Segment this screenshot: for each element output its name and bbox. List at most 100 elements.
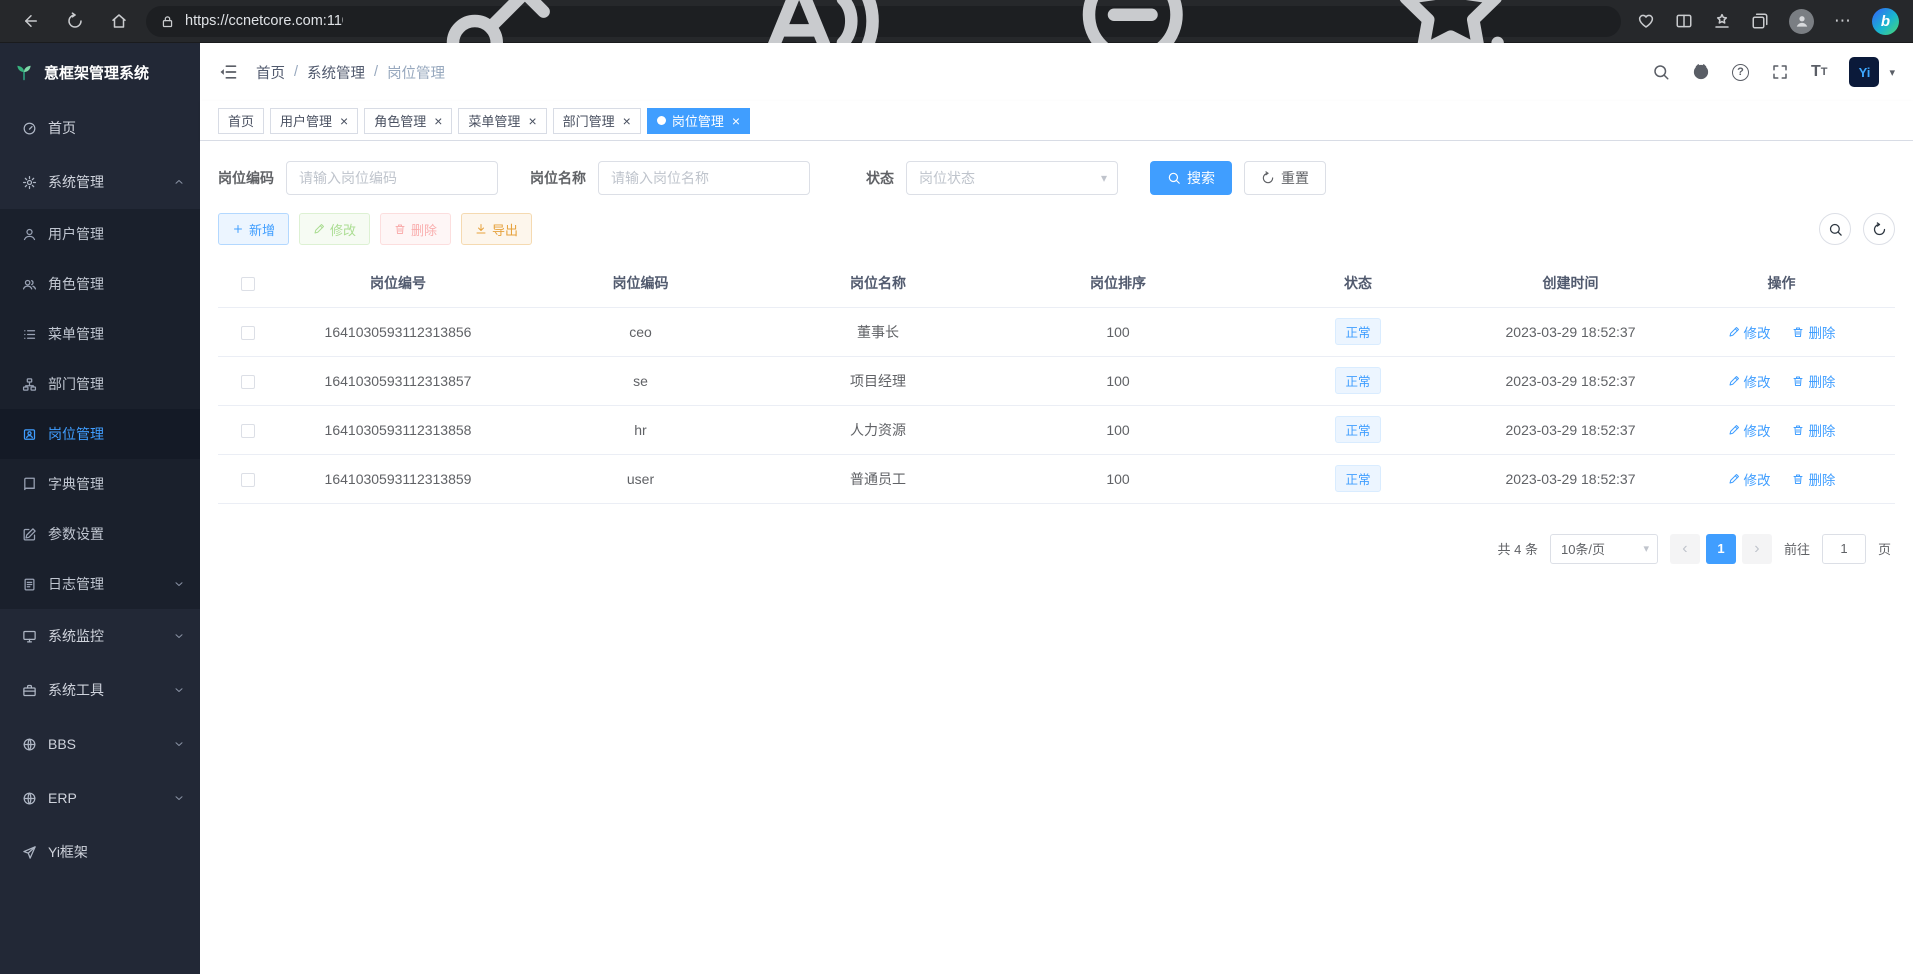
goto-page-input[interactable] bbox=[1822, 534, 1866, 564]
sidebar-item-role-management[interactable]: 角色管理 bbox=[0, 259, 200, 309]
close-tab-icon[interactable]: × bbox=[732, 114, 740, 128]
status-select[interactable]: 岗位状态 ▾ bbox=[906, 161, 1118, 195]
user-avatar[interactable]: Yi bbox=[1849, 57, 1879, 87]
site-lock-icon[interactable] bbox=[160, 14, 175, 29]
sidebar-item-erp[interactable]: ERP bbox=[0, 771, 200, 825]
sidebar-item-label: ERP bbox=[48, 790, 77, 806]
help-question-icon[interactable]: ? bbox=[1732, 64, 1749, 81]
row-checkbox[interactable] bbox=[241, 473, 255, 487]
edit-button[interactable]: 修改 bbox=[299, 213, 370, 245]
row-delete-link[interactable]: 删除 bbox=[1792, 371, 1835, 391]
sidebar-item-home[interactable]: 首页 bbox=[0, 101, 200, 155]
select-all-checkbox[interactable] bbox=[241, 277, 255, 291]
row-edit-link[interactable]: 修改 bbox=[1728, 322, 1771, 342]
font-size-icon[interactable]: TT bbox=[1811, 64, 1828, 80]
sidebar-item-dict-management[interactable]: 字典管理 bbox=[0, 459, 200, 509]
favorites-icon[interactable] bbox=[1713, 12, 1731, 30]
delete-button-label: 删除 bbox=[411, 220, 437, 239]
post-name-input[interactable] bbox=[598, 161, 810, 195]
chevron-down-icon bbox=[173, 630, 185, 642]
sidebar-item-menu-management[interactable]: 菜单管理 bbox=[0, 309, 200, 359]
cell-post-name: 人力资源 bbox=[763, 405, 993, 454]
sidebar-item-system-monitor[interactable]: 系统监控 bbox=[0, 609, 200, 663]
breadcrumb-system[interactable]: 系统管理 bbox=[307, 62, 365, 83]
cell-post-sort: 100 bbox=[993, 454, 1243, 503]
sidebar-item-post-management[interactable]: 岗位管理 bbox=[0, 409, 200, 459]
url-text[interactable]: https://ccnetcore.com:1101/system/post bbox=[185, 13, 343, 29]
sidebar-item-system-tools[interactable]: 系统工具 bbox=[0, 663, 200, 717]
search-button[interactable]: 搜索 bbox=[1150, 161, 1232, 195]
home-icon[interactable] bbox=[110, 12, 128, 30]
tab-post-management[interactable]: 岗位管理 × bbox=[647, 108, 750, 134]
row-delete-link[interactable]: 删除 bbox=[1792, 469, 1835, 489]
table-header-row: 岗位编号 岗位编码 岗位名称 岗位排序 状态 创建时间 操作 bbox=[218, 259, 1895, 307]
tab-role-management[interactable]: 角色管理 × bbox=[364, 108, 452, 134]
reload-icon[interactable] bbox=[66, 12, 84, 30]
refresh-icon bbox=[1261, 171, 1275, 185]
row-edit-link[interactable]: 修改 bbox=[1728, 469, 1771, 489]
split-screen-icon[interactable] bbox=[1675, 12, 1693, 30]
sidebar-item-user-management[interactable]: 用户管理 bbox=[0, 209, 200, 259]
sidebar-item-yi-framework[interactable]: Yi框架 bbox=[0, 825, 200, 879]
cell-post-code: ceo bbox=[518, 307, 763, 356]
browser-menu-icon[interactable]: ⋯ bbox=[1834, 11, 1852, 31]
collections-icon[interactable] bbox=[1751, 12, 1769, 30]
prev-page-button[interactable]: ‹ bbox=[1670, 534, 1700, 564]
tab-home[interactable]: 首页 bbox=[218, 108, 264, 134]
show-search-toggle-button[interactable] bbox=[1819, 213, 1851, 245]
close-tab-icon[interactable]: × bbox=[340, 114, 348, 128]
caret-down-icon: ▾ bbox=[1643, 542, 1649, 555]
breadcrumb-home[interactable]: 首页 bbox=[256, 62, 285, 83]
row-checkbox[interactable] bbox=[241, 424, 255, 438]
github-icon[interactable] bbox=[1692, 63, 1710, 81]
tab-menu-management[interactable]: 菜单管理 × bbox=[458, 108, 546, 134]
sidebar-item-dept-management[interactable]: 部门管理 bbox=[0, 359, 200, 409]
next-page-button[interactable]: › bbox=[1742, 534, 1772, 564]
page-size-select[interactable]: 10条/页 ▾ bbox=[1550, 534, 1658, 564]
sidebar-menu: 首页 系统管理 用户管理 角色管理 bbox=[0, 101, 200, 879]
monitor-icon bbox=[22, 629, 37, 644]
tab-user-management[interactable]: 用户管理 × bbox=[270, 108, 358, 134]
fullscreen-icon[interactable] bbox=[1771, 63, 1789, 81]
row-checkbox[interactable] bbox=[241, 375, 255, 389]
chevron-down-icon bbox=[173, 578, 185, 590]
back-icon[interactable] bbox=[22, 12, 40, 30]
row-delete-link[interactable]: 删除 bbox=[1792, 322, 1835, 342]
sidebar-item-bbs[interactable]: BBS bbox=[0, 717, 200, 771]
app-logo[interactable]: 意框架管理系统 bbox=[0, 43, 200, 101]
cell-post-id: 1641030593112313859 bbox=[278, 454, 518, 503]
close-tab-icon[interactable]: × bbox=[434, 114, 442, 128]
sidebar-item-log-management[interactable]: 日志管理 bbox=[0, 559, 200, 609]
post-code-input[interactable] bbox=[286, 161, 498, 195]
browser-profile-avatar[interactable] bbox=[1789, 9, 1814, 34]
next-icon: › bbox=[1754, 540, 1759, 558]
search-button-label: 搜索 bbox=[1187, 168, 1215, 188]
chevron-down-icon bbox=[173, 684, 185, 696]
cell-post-code: user bbox=[518, 454, 763, 503]
sidebar-item-label: 系统管理 bbox=[48, 172, 104, 192]
row-edit-link[interactable]: 修改 bbox=[1728, 371, 1771, 391]
bing-copilot-icon[interactable]: b bbox=[1872, 8, 1899, 35]
row-delete-label: 删除 bbox=[1808, 469, 1835, 489]
page-1-button[interactable]: 1 bbox=[1706, 534, 1736, 564]
delete-button[interactable]: 删除 bbox=[380, 213, 451, 245]
sidebar-toggle-icon[interactable] bbox=[218, 62, 238, 82]
refresh-table-button[interactable] bbox=[1863, 213, 1895, 245]
close-tab-icon[interactable]: × bbox=[528, 114, 536, 128]
header-search-icon[interactable] bbox=[1652, 63, 1670, 81]
sidebar-item-label: 首页 bbox=[48, 118, 76, 138]
tab-dept-management[interactable]: 部门管理 × bbox=[553, 108, 641, 134]
add-button[interactable]: 新增 bbox=[218, 213, 289, 245]
avatar-dropdown-caret-icon[interactable]: ▾ bbox=[1889, 66, 1895, 79]
close-tab-icon[interactable]: × bbox=[623, 114, 631, 128]
browser-essentials-icon[interactable] bbox=[1637, 12, 1655, 30]
row-edit-link[interactable]: 修改 bbox=[1728, 420, 1771, 440]
status-label: 状态 bbox=[866, 168, 894, 188]
row-checkbox[interactable] bbox=[241, 326, 255, 340]
address-bar[interactable]: https://ccnetcore.com:1101/system/post bbox=[146, 6, 1621, 37]
sidebar-item-param-settings[interactable]: 参数设置 bbox=[0, 509, 200, 559]
row-delete-link[interactable]: 删除 bbox=[1792, 420, 1835, 440]
sidebar-item-system-management[interactable]: 系统管理 bbox=[0, 155, 200, 209]
reset-button[interactable]: 重置 bbox=[1244, 161, 1326, 195]
export-button[interactable]: 导出 bbox=[461, 213, 532, 245]
